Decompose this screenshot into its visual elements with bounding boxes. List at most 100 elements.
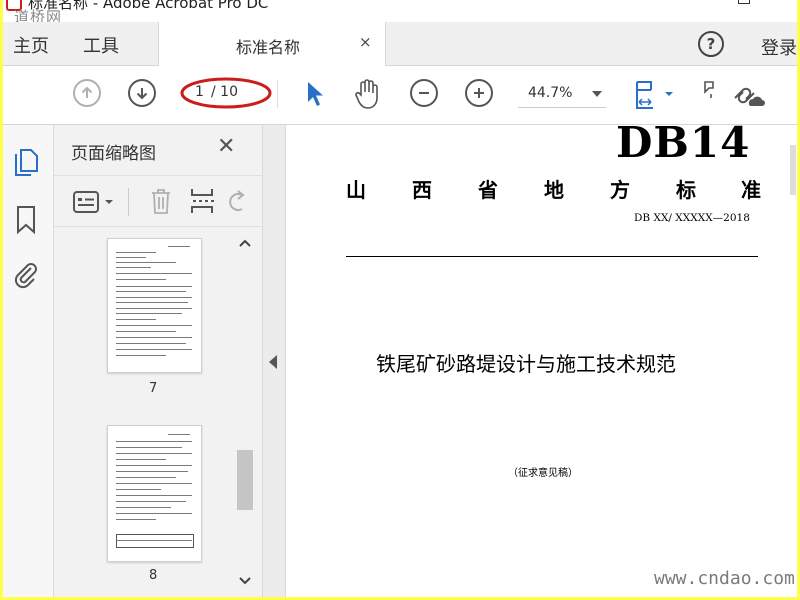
thumbnail-scrollbar[interactable] bbox=[236, 235, 254, 595]
standard-type-char: 方 bbox=[610, 178, 630, 202]
thumbnail-toolbar bbox=[54, 175, 262, 227]
thumbnail-page-8[interactable] bbox=[107, 425, 202, 562]
thumbnail-text-line bbox=[116, 483, 192, 484]
select-arrow-icon[interactable] bbox=[305, 80, 325, 108]
page-thumbnails-panel: 页面缩略图 ✕ 7 8 bbox=[54, 125, 263, 597]
thumbnail-text-line bbox=[116, 257, 146, 258]
scrollbar-thumb[interactable] bbox=[237, 450, 253, 510]
chevron-down-icon bbox=[592, 91, 602, 97]
thumbnail-text-line bbox=[116, 441, 192, 442]
watermark-bottom: www.cndao.com bbox=[654, 568, 795, 589]
document-tab-label: 标准名称 bbox=[236, 38, 301, 57]
toolbar: 1 / 10 44.7% bbox=[3, 66, 797, 125]
document-scrollbar[interactable] bbox=[790, 145, 796, 195]
tab-tools[interactable]: 工具 bbox=[83, 32, 119, 58]
login-button[interactable]: 登录 bbox=[761, 34, 797, 60]
thumbnail-toolbar-divider bbox=[128, 188, 129, 216]
tab-home[interactable]: 主页 bbox=[13, 32, 49, 58]
thumbnail-text-line bbox=[116, 262, 176, 263]
draft-label: （征求意见稿） bbox=[508, 468, 578, 479]
document-view: DB14 山 西 省 地 方 标 准 DB XX/ XXXXX—2018 铁尾矿… bbox=[285, 125, 797, 597]
thumbnail-text-line bbox=[116, 501, 186, 502]
thumbnail-text-line bbox=[116, 355, 166, 356]
thumbnail-text-line bbox=[116, 540, 192, 541]
close-tab-button[interactable]: × bbox=[359, 33, 372, 51]
thumbnail-text-line bbox=[116, 291, 186, 292]
standard-type-char: 地 bbox=[544, 178, 564, 202]
thumbnail-page-7[interactable] bbox=[107, 238, 202, 373]
standard-type-char: 西 bbox=[412, 178, 432, 202]
bookmark-icon[interactable] bbox=[15, 205, 37, 235]
prev-page-button[interactable] bbox=[73, 79, 101, 107]
standard-type-char: 准 bbox=[741, 178, 761, 202]
panel-title: 页面缩略图 bbox=[71, 144, 156, 164]
acrobat-window: 标准名称 - Adobe Acrobat Pro DC 道桥网 主页 工具 标准… bbox=[3, 0, 797, 597]
thumbnail-text-line bbox=[116, 319, 156, 320]
thumbnail-text-line bbox=[116, 273, 192, 274]
standard-code: DB14 bbox=[616, 125, 751, 167]
thumbnail-text-line bbox=[116, 302, 188, 303]
restore-window-icon[interactable] bbox=[738, 0, 750, 4]
scroll-down-icon[interactable] bbox=[239, 577, 251, 585]
toolbar-divider bbox=[277, 80, 278, 108]
plus-icon bbox=[474, 88, 484, 98]
thumbnail-text-line bbox=[116, 447, 182, 448]
thumbnail-text-line bbox=[116, 308, 192, 309]
zoom-select[interactable]: 44.7% bbox=[518, 81, 606, 108]
thumbnail-text-line bbox=[116, 513, 192, 514]
zoom-out-button[interactable] bbox=[410, 79, 438, 107]
standard-number: DB XX/ XXXXX—2018 bbox=[634, 212, 750, 224]
thumbnail-text-line bbox=[116, 507, 171, 508]
standard-type-char: 标 bbox=[676, 178, 696, 202]
thumbnail-text-line bbox=[116, 519, 156, 520]
navigation-rail bbox=[3, 125, 54, 597]
thumbnail-text-line bbox=[116, 252, 156, 253]
thumbnail-text-line bbox=[116, 313, 182, 314]
thumbnail-text-line bbox=[116, 453, 192, 454]
page-view-icon[interactable] bbox=[633, 80, 675, 110]
thumbnail-text-line bbox=[168, 434, 190, 435]
thumbnail-text-line bbox=[116, 471, 188, 472]
zoom-value: 44.7% bbox=[528, 85, 573, 101]
thumbnail-text-line bbox=[116, 477, 176, 478]
trash-icon[interactable] bbox=[149, 187, 173, 215]
red-ellipse-annotation bbox=[180, 77, 272, 109]
zoom-in-button[interactable] bbox=[465, 79, 493, 107]
close-panel-button[interactable]: ✕ bbox=[217, 134, 235, 159]
thumbnail-text-line bbox=[116, 331, 176, 332]
thumbnail-label-7: 7 bbox=[149, 381, 158, 396]
scroll-up-icon[interactable] bbox=[239, 239, 251, 247]
standard-type-char: 省 bbox=[478, 178, 498, 202]
thumbnail-text-line bbox=[116, 489, 161, 490]
minus-icon bbox=[419, 92, 429, 94]
tab-document[interactable]: 标准名称 × bbox=[158, 22, 386, 66]
thumbnail-text-line bbox=[116, 279, 166, 280]
tab-bar: 主页 工具 标准名称 × ? 登录 bbox=[3, 22, 797, 66]
thumbnail-text-line bbox=[116, 267, 151, 268]
thumbnail-text-line bbox=[116, 465, 192, 466]
page-break-icon[interactable] bbox=[189, 187, 215, 215]
thumbnail-options-icon[interactable] bbox=[72, 190, 118, 214]
collapse-panel-handle[interactable] bbox=[263, 125, 285, 597]
thumbnail-text-line bbox=[116, 343, 186, 344]
thumbnail-text-line bbox=[116, 459, 166, 460]
thumbnail-text-line bbox=[116, 337, 192, 338]
rotate-icon[interactable] bbox=[228, 189, 248, 215]
thumbnail-text-line bbox=[116, 495, 192, 496]
document-title: 铁尾矿砂路堤设计与施工技术规范 bbox=[376, 352, 676, 376]
page-thumbnails-icon[interactable] bbox=[13, 147, 39, 177]
share-link-icon[interactable] bbox=[727, 78, 767, 110]
header-rule bbox=[346, 256, 758, 257]
page-number-box[interactable]: 1 / 10 bbox=[180, 77, 272, 109]
help-icon[interactable]: ? bbox=[698, 31, 724, 57]
thumbnail-text-line bbox=[116, 349, 192, 350]
title-bar: 标准名称 - Adobe Acrobat Pro DC bbox=[3, 0, 797, 22]
thumbnail-text-line bbox=[116, 286, 192, 287]
window-title: 标准名称 - Adobe Acrobat Pro DC bbox=[28, 0, 269, 12]
standard-type-char: 山 bbox=[346, 178, 366, 202]
comment-icon[interactable] bbox=[703, 80, 715, 108]
hand-tool-icon[interactable] bbox=[353, 78, 383, 110]
next-page-button[interactable] bbox=[128, 79, 156, 107]
attachment-icon[interactable] bbox=[13, 260, 39, 290]
thumbnail-text-line bbox=[116, 297, 192, 298]
